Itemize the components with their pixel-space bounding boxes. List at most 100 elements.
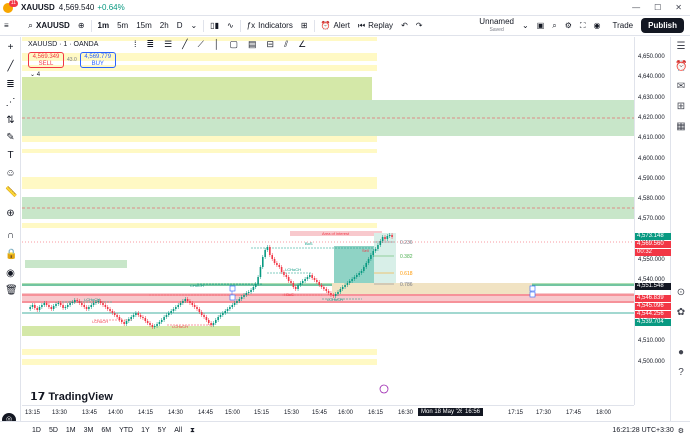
chat-icon[interactable]: ✉ xyxy=(675,81,687,93)
range-6M[interactable]: 6M xyxy=(97,427,115,434)
range-All[interactable]: All xyxy=(170,427,186,434)
date-range-icon[interactable]: ⧗ xyxy=(186,427,199,435)
emoji-icon[interactable]: ☺ xyxy=(5,168,16,179)
compare-icon[interactable]: ⊕ xyxy=(74,16,89,36)
angle-icon[interactable]: ∠ xyxy=(298,39,306,50)
magnet-icon[interactable]: ∩ xyxy=(5,230,16,241)
supply-zone xyxy=(22,136,377,142)
data-window-icon[interactable]: ⊞ xyxy=(675,101,687,113)
zoom-in-icon[interactable]: ⊕ xyxy=(5,208,16,219)
undo-icon[interactable]: ↶ xyxy=(397,16,412,36)
publish-button[interactable]: Publish xyxy=(641,18,684,33)
candle xyxy=(325,289,328,291)
layout-dropdown-icon[interactable]: ⌄ xyxy=(518,16,533,36)
fib-icon[interactable]: ≣ xyxy=(5,79,16,90)
alerts-icon[interactable]: ⏰ xyxy=(675,61,687,73)
range-5D[interactable]: 5D xyxy=(45,427,62,434)
candle xyxy=(332,295,335,296)
brush-icon[interactable]: ✎ xyxy=(5,132,16,143)
candle xyxy=(273,259,276,263)
range-3M[interactable]: 3M xyxy=(80,427,98,434)
fib-channel-icon[interactable]: ☰ xyxy=(164,39,172,50)
text-icon[interactable]: T xyxy=(5,150,16,161)
candles-icon[interactable]: ▯▮ xyxy=(206,16,223,36)
ideas-icon[interactable]: ✿ xyxy=(675,307,687,319)
notifications-icon[interactable]: ● xyxy=(675,347,687,359)
interval-1m[interactable]: 1m xyxy=(94,16,114,36)
lock-icon[interactable]: 🔒 xyxy=(5,249,17,260)
interval-dropdown-icon[interactable]: ⌄ xyxy=(186,16,201,36)
candle xyxy=(294,287,297,289)
layout-name[interactable]: Unnamed Saved xyxy=(475,17,518,34)
candle xyxy=(158,322,161,324)
interval-D[interactable]: D xyxy=(173,16,187,36)
range-1Y[interactable]: 1Y xyxy=(137,427,154,434)
interval-15m[interactable]: 15m xyxy=(132,16,156,36)
choch-label: CHoCH xyxy=(190,283,204,288)
price-axis[interactable]: 4,650.000 4,640.000 4,630.000 4,620.000 4,61… xyxy=(634,37,671,405)
trade-button[interactable]: Trade xyxy=(605,21,642,30)
replay-button[interactable]: ⏮ Replay xyxy=(354,16,397,36)
parallel-icon[interactable]: ⫽ xyxy=(284,39,288,50)
trend-tool-icon[interactable]: ╱ xyxy=(182,39,187,50)
fullscreen-icon[interactable]: ⛶ xyxy=(576,16,590,36)
redo-icon[interactable]: ↷ xyxy=(412,16,427,36)
candle xyxy=(231,305,234,307)
prediction-icon[interactable]: ⇅ xyxy=(5,115,16,126)
vertical-line-icon[interactable]: │ xyxy=(214,39,220,50)
pattern-icon[interactable]: ⋰ xyxy=(5,97,16,108)
rectangle-icon[interactable]: ▢ xyxy=(230,39,239,50)
line-chart-icon[interactable]: ∿ xyxy=(223,16,238,36)
candle xyxy=(71,302,74,303)
tradingview-app: 11 XAUUSD 4,569.540 +0.64% — ☐ ✕ ≡ ⌕ XAU… xyxy=(0,0,690,439)
watchlist-icon[interactable]: ☰ xyxy=(675,41,687,53)
search-icon[interactable]: ⌕ xyxy=(548,16,560,36)
i-choch-label: i-CHoCH xyxy=(92,319,108,324)
replay-label: Replay xyxy=(368,21,394,30)
indicators-button[interactable]: ƒx Indicators xyxy=(243,16,297,36)
candle xyxy=(132,315,135,317)
candle xyxy=(313,278,316,280)
interval-2h[interactable]: 2h xyxy=(156,16,173,36)
target-icon[interactable]: ⊙ xyxy=(675,287,687,299)
eye-icon[interactable]: ◉ xyxy=(5,268,16,279)
calendar-icon[interactable]: ▦ xyxy=(675,121,687,133)
line-tool-icon[interactable]: ⟋ xyxy=(198,39,204,50)
chart-pane[interactable]: Area of interest 0.236 0.382 0.618 0.786 BoS C… xyxy=(22,37,634,405)
sell-label: Sell xyxy=(362,248,369,253)
candle xyxy=(229,307,231,309)
time-axis[interactable]: 13:15 13:30 13:45 14:00 14:15 14:30 14:45 15:00… xyxy=(22,405,634,421)
indicators-collapse[interactable]: ⌄ 4 xyxy=(30,71,40,78)
alert-button[interactable]: ⏰ Alert xyxy=(317,16,354,36)
settings-icon[interactable]: ⚙ xyxy=(561,16,576,36)
chart-settings-icon[interactable]: ⚙ xyxy=(678,427,684,435)
help-icon[interactable]: ? xyxy=(675,367,687,379)
candle xyxy=(219,315,222,317)
minimize-icon[interactable]: — xyxy=(632,3,640,12)
ruler-icon[interactable]: 📏 xyxy=(5,187,17,198)
symbol-search[interactable]: ⌕ XAUUSD xyxy=(24,18,74,34)
drag-handle-icon[interactable]: ⁞ xyxy=(134,39,137,50)
trend-line-icon[interactable]: ╱ xyxy=(5,61,16,72)
range-YTD[interactable]: YTD xyxy=(115,427,137,434)
maximize-icon[interactable]: ☐ xyxy=(654,3,661,12)
crosshair-icon[interactable]: + xyxy=(5,42,16,53)
sell-button[interactable]: 4,569.349 SELL xyxy=(28,52,64,68)
templates-icon[interactable]: ⊞ xyxy=(297,16,312,36)
interval-5m[interactable]: 5m xyxy=(113,16,132,36)
camera-icon[interactable]: ◉ xyxy=(590,16,605,36)
menu-icon[interactable]: ≡ xyxy=(0,16,20,36)
position-icon[interactable]: ▤ xyxy=(248,39,257,50)
price-badge: 4,539.704 xyxy=(635,319,671,326)
range-1D[interactable]: 1D xyxy=(28,427,45,434)
range-1M[interactable]: 1M xyxy=(62,427,80,434)
fib-tool-icon[interactable]: ≣ xyxy=(147,39,155,50)
layout-grid-icon[interactable]: ▣ xyxy=(533,16,549,36)
close-icon[interactable]: ✕ xyxy=(675,3,682,12)
chart-canvas[interactable]: Area of interest 0.236 0.382 0.618 0.786 BoS C… xyxy=(22,37,634,405)
range-5Y[interactable]: 5Y xyxy=(154,427,171,434)
measure-icon[interactable]: ⊟ xyxy=(267,39,275,50)
divider xyxy=(90,19,92,32)
buy-button[interactable]: 4,569.779 BUY xyxy=(79,52,116,68)
trash-icon[interactable]: 🗑 xyxy=(5,285,18,296)
